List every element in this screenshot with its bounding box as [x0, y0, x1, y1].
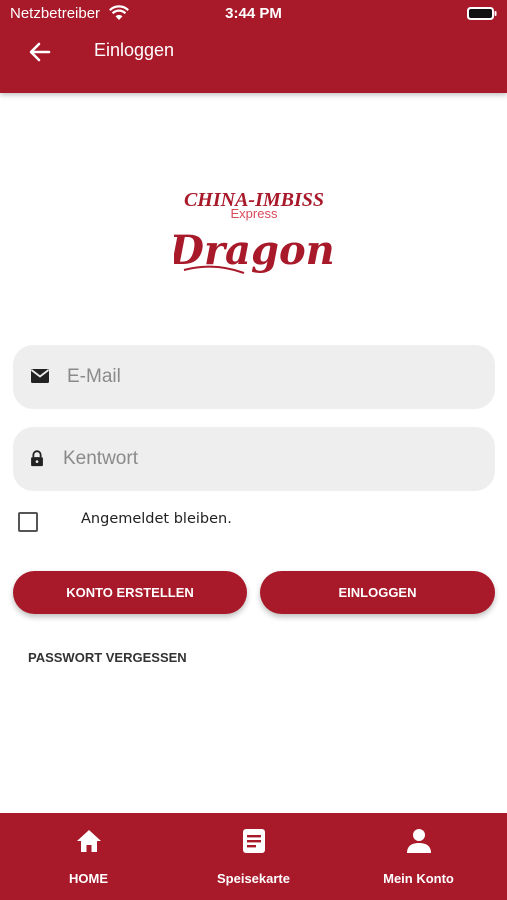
email-field[interactable]: [13, 345, 495, 409]
email-input[interactable]: [67, 355, 477, 399]
back-button[interactable]: [24, 37, 56, 67]
bottom-navigation: HOME Speisekarte Mein Konto: [0, 813, 507, 900]
nav-item-mein-konto[interactable]: Mein Konto: [334, 813, 503, 900]
nav-item-home[interactable]: HOME: [4, 813, 173, 900]
password-field[interactable]: [13, 427, 495, 491]
page-title: Einloggen: [94, 40, 175, 60]
create-account-button[interactable]: KONTO ERSTELLEN: [13, 571, 247, 614]
status-time: 3:44 PM: [225, 5, 282, 22]
svg-text:Express: Express: [231, 206, 278, 221]
nav-label-mein-konto: Mein Konto: [383, 871, 454, 886]
app-header: Netzbetreiber 3:44 PM Einloggen: [0, 0, 507, 93]
nav-label-speisekarte: Speisekarte: [217, 871, 290, 886]
arrow-left-icon: [29, 42, 51, 62]
nav-label-home: HOME: [69, 871, 108, 886]
battery-icon: [467, 7, 497, 20]
login-button[interactable]: EINLOGGEN: [260, 571, 495, 614]
remember-me-label: Angemeldet bleiben.: [81, 511, 232, 527]
envelope-icon: [30, 369, 50, 383]
menu-card-icon: [242, 829, 265, 853]
home-icon: [76, 830, 101, 852]
brand-logo: CHINA-IMBISS Express Dragon: [168, 178, 334, 284]
password-input[interactable]: [63, 437, 473, 481]
dragon-logo-graphic: CHINA-IMBISS Express Dragon: [168, 189, 334, 274]
status-bar: Netzbetreiber 3:44 PM: [0, 0, 507, 28]
person-icon: [406, 829, 431, 853]
lock-icon: [31, 450, 43, 467]
nav-item-speisekarte[interactable]: Speisekarte: [169, 813, 338, 900]
forgot-password-link[interactable]: PASSWORT VERGESSEN: [28, 650, 187, 665]
remember-me-checkbox[interactable]: [18, 512, 38, 532]
